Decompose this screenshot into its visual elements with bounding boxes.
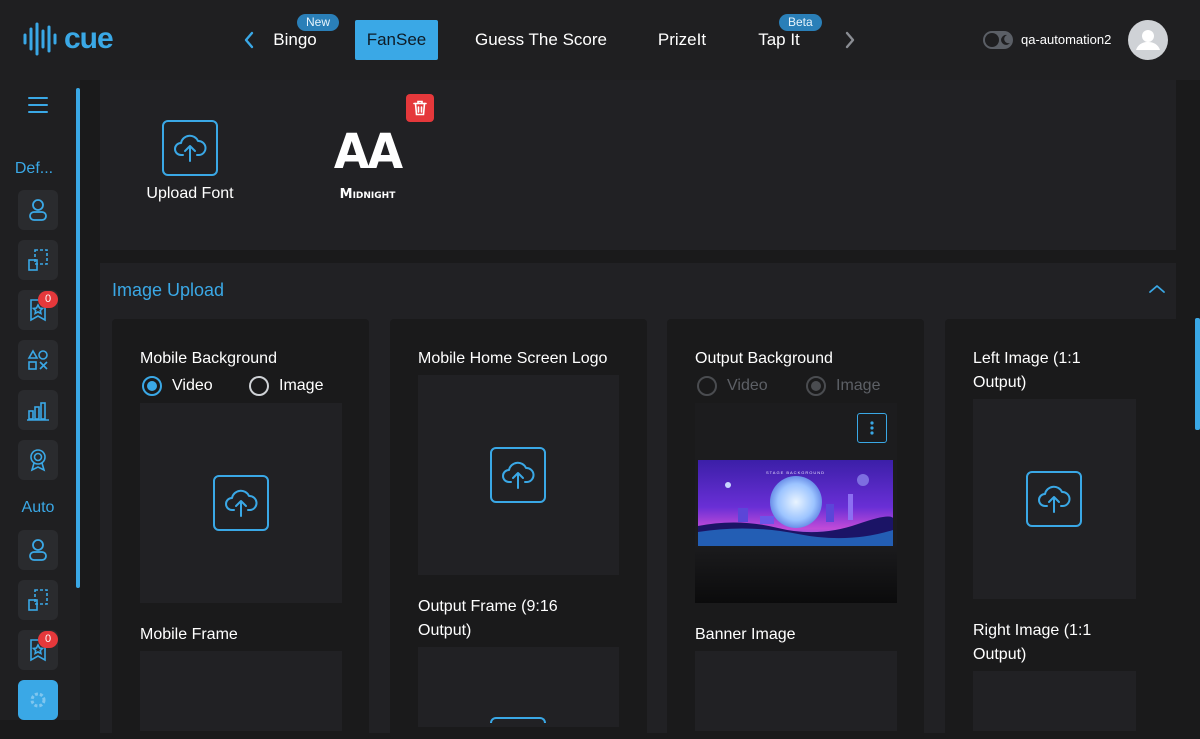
radio-image[interactable]: Image	[249, 376, 323, 396]
left-image-label-line1: Left Image (1:1	[973, 350, 1081, 367]
upload-button[interactable]	[490, 447, 546, 503]
cloud-upload-icon	[174, 134, 207, 162]
logo-text: cue	[64, 22, 114, 55]
sidebar-item-layout-1[interactable]	[18, 240, 58, 280]
sidebar-item-layout-2[interactable]	[18, 580, 58, 620]
right-image-label-line1: Right Image (1:1	[973, 622, 1092, 639]
radio-dot	[249, 376, 269, 396]
sidebar-group-auto: Auto	[21, 499, 55, 516]
menu-icon[interactable]	[27, 95, 49, 115]
gear-icon	[30, 692, 46, 708]
radio-label: Video	[172, 377, 213, 394]
sidebar-item-stats[interactable]	[18, 390, 58, 430]
sidebar-item-settings[interactable]	[18, 680, 58, 720]
more-options-button[interactable]	[857, 413, 887, 443]
cloud-upload-icon	[225, 489, 258, 517]
kebab-icon	[870, 421, 874, 435]
mobile-home-logo-label: Mobile Home Screen Logo	[418, 350, 608, 367]
output-frame-label-line1: Output Frame (9:16	[418, 598, 558, 615]
upload-button[interactable]	[1026, 471, 1082, 527]
upload-font-control[interactable]: Upload Font	[140, 120, 240, 204]
main-scrollbar[interactable]	[1195, 318, 1200, 430]
cloud-upload-icon	[502, 461, 535, 489]
tab-fansee[interactable]: FanSee	[355, 20, 438, 60]
mobile-background-dropzone[interactable]	[140, 403, 342, 603]
font-sample-name: Midnight	[339, 187, 396, 202]
username: qa-automation2	[1021, 32, 1112, 47]
chevron-right-icon[interactable]	[842, 28, 858, 52]
mobile-frame-dropzone[interactable]	[140, 651, 342, 731]
font-sample-midnight[interactable]: AA Midnight	[325, 122, 410, 202]
radio-label: Image	[836, 377, 881, 394]
banner-image-label: Banner Image	[695, 626, 796, 643]
upload-font-button[interactable]	[162, 120, 218, 176]
rewards-count-badge-1: 0	[38, 291, 58, 308]
output-frame-label-line2: Output)	[418, 622, 472, 639]
waveform-icon	[23, 22, 57, 56]
radio-video-disabled: Video	[697, 376, 768, 396]
delete-font-button[interactable]	[406, 94, 434, 122]
sidebar-group-default: Def...	[14, 160, 54, 177]
tab-prizeit[interactable]: PrizeIt	[648, 20, 716, 60]
tab-bingo[interactable]: Bingo	[264, 20, 326, 60]
radio-dot	[806, 376, 826, 396]
chevron-up-icon[interactable]	[1148, 282, 1166, 296]
bar-chart-icon	[27, 402, 49, 421]
mobile-background-label: Mobile Background	[140, 350, 277, 367]
person-icon	[29, 539, 47, 561]
font-sample-glyphs: AA	[333, 122, 403, 180]
moon-icon	[1001, 34, 1010, 45]
theme-toggle[interactable]	[983, 31, 1013, 49]
thumbnail-caption: STAGE BACKGROUND	[765, 470, 826, 475]
sidebar-item-shapes[interactable]	[18, 340, 58, 380]
rewards-count-badge-2: 0	[38, 631, 58, 648]
app-logo[interactable]: cue	[22, 22, 114, 56]
sidebar-item-awards[interactable]	[18, 440, 58, 480]
radio-label: Image	[279, 377, 324, 394]
image-upload-title[interactable]: Image Upload	[112, 278, 224, 302]
banner-image-dropzone[interactable]	[695, 651, 897, 731]
avatar[interactable]	[1128, 20, 1168, 60]
award-icon	[30, 449, 46, 472]
radio-video[interactable]: Video	[142, 376, 213, 396]
radio-dot	[697, 376, 717, 396]
upload-button[interactable]	[213, 475, 269, 531]
toggle-knob	[985, 33, 999, 47]
cloud-upload-icon	[1038, 485, 1071, 513]
top-bar: cue New Bingo FanSee Guess The Score Pri…	[0, 0, 1200, 80]
output-background-label: Output Background	[695, 350, 833, 367]
chevron-left-icon[interactable]	[241, 28, 257, 52]
tab-tap-it[interactable]: Tap It	[748, 20, 810, 60]
mobile-frame-label: Mobile Frame	[140, 626, 238, 643]
sidebar-scrollbar[interactable]	[76, 88, 80, 588]
mobile-home-logo-dropzone[interactable]	[418, 375, 619, 575]
radio-image-disabled: Image	[806, 376, 880, 396]
sidebar-item-user-1[interactable]	[18, 190, 58, 230]
radio-label: Video	[727, 377, 768, 394]
upload-button-partial[interactable]	[490, 717, 546, 723]
person-icon	[29, 199, 47, 221]
user-icon	[1136, 30, 1160, 50]
sidebar-item-user-2[interactable]	[18, 530, 58, 570]
layout-icon	[28, 249, 48, 271]
left-image-label-line2: Output)	[973, 374, 1027, 391]
right-image-dropzone[interactable]	[973, 671, 1136, 731]
left-image-dropzone[interactable]	[973, 399, 1136, 599]
output-background-thumbnail: STAGE BACKGROUND	[698, 460, 893, 546]
trash-icon	[413, 100, 427, 116]
output-frame-dropzone[interactable]	[418, 647, 619, 727]
right-image-label-line2: Output)	[973, 646, 1027, 663]
radio-dot	[142, 376, 162, 396]
tab-guess-the-score[interactable]: Guess The Score	[466, 20, 616, 60]
font-panel	[100, 80, 1176, 250]
layout-icon	[28, 589, 48, 611]
shapes-icon	[27, 349, 48, 370]
upload-font-label: Upload Font	[146, 185, 234, 202]
